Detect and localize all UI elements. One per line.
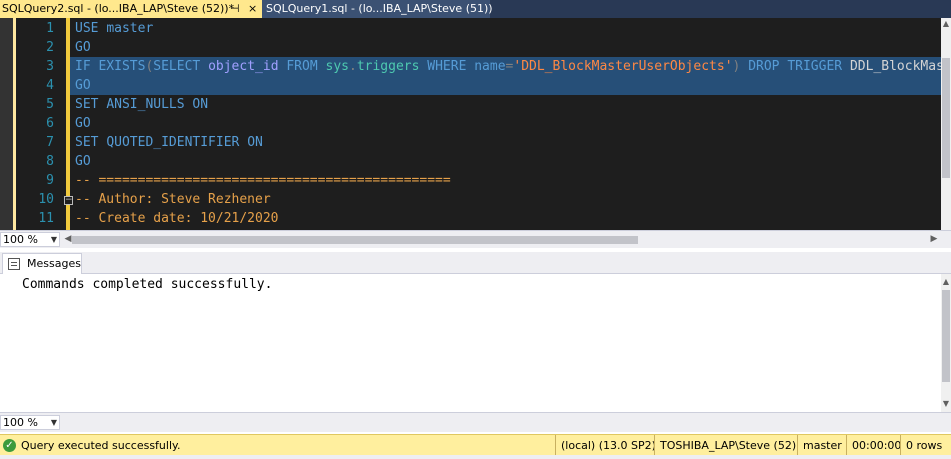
code-token: GO [75, 78, 91, 93]
scroll-thumb[interactable] [72, 236, 638, 244]
query-editor[interactable]: 1 2 3 4 5 6 7 8 9 10 11 USE master GO IF EXISTS(SELE… [0, 18, 941, 230]
code-token: GO [75, 116, 91, 131]
line-number: 2 [46, 40, 54, 55]
code-line[interactable]: GO [75, 76, 91, 95]
line-number: 1 [46, 21, 54, 36]
line-number-gutter: 1 2 3 4 5 6 7 8 9 10 11 [16, 18, 56, 230]
close-icon[interactable]: × [248, 0, 257, 18]
pin-icon[interactable]: ⊣ [230, 0, 240, 18]
code-line[interactable]: -- Author: Steve Rezhener [75, 190, 271, 209]
code-token: FROM [286, 59, 326, 74]
scroll-down-icon[interactable]: ▼ [941, 398, 951, 410]
chevron-down-icon: ▼ [50, 235, 57, 244]
code-token: USE [75, 21, 107, 36]
line-number: 5 [46, 97, 54, 112]
line-number: 7 [46, 135, 54, 150]
code-token: -- Create date: 10/21/2020 [75, 211, 279, 226]
code-line[interactable]: GO [75, 114, 91, 133]
code-token: WHERE [427, 59, 475, 74]
status-message: Query executed successfully. [21, 439, 181, 452]
status-server: (local) (13.0 SP2) [555, 435, 656, 456]
code-token: GO [75, 154, 91, 169]
code-token: triggers [356, 59, 428, 74]
messages-icon [8, 258, 20, 270]
code-token: ON [192, 97, 209, 112]
code-token: sys [325, 59, 349, 74]
line-number: 6 [46, 116, 54, 131]
window-bottom-edge [0, 455, 951, 459]
line-number: 11 [38, 211, 54, 226]
code-line[interactable]: USE master [75, 19, 153, 38]
code-token: . [348, 59, 357, 74]
scroll-up-icon[interactable]: ▲ [941, 276, 951, 288]
code-token: DROP [748, 59, 788, 74]
code-token: object_id [208, 59, 287, 74]
zoom-value: 100 % [3, 233, 38, 246]
editor-horizontal-scrollbar[interactable]: ◀ ▶ [62, 232, 940, 247]
code-token: IF [75, 59, 99, 74]
code-token: GO [75, 40, 91, 55]
status-rows: 0 rows [900, 435, 942, 456]
status-user: TOSHIBA_LAP\Steve (52) [654, 435, 796, 456]
results-zoom-dropdown[interactable]: 100 % ▼ [0, 415, 60, 430]
results-bottom-bar: 100 % ▼ [0, 412, 951, 432]
line-number: 10 [38, 192, 54, 207]
status-bar: ✓ Query executed successfully. (local) (… [0, 434, 951, 456]
code-token: -- =====================================… [75, 173, 451, 188]
status-elapsed: 00:00:00 [846, 435, 901, 456]
code-line[interactable]: SET QUOTED_IDENTIFIER ON [75, 133, 263, 152]
tab-label: SQLQuery1.sql - (lo...IBA_LAP\Steve (51)… [266, 2, 493, 15]
status-database: master [797, 435, 842, 456]
tab-label: SQLQuery2.sql - (lo...IBA_LAP\Steve (52)… [2, 2, 235, 15]
code-token: SET [75, 97, 107, 112]
code-token: -- Author: Steve Rezhener [75, 192, 271, 207]
code-token: 'DDL_BlockMasterUserObjects' [513, 59, 733, 74]
tab-label: Messages [27, 257, 81, 270]
scroll-thumb[interactable] [942, 290, 950, 382]
code-token: QUOTED_IDENTIFIER [106, 135, 248, 150]
zoom-value: 100 % [3, 416, 38, 429]
editor-bottom-bar: 100 % ▼ ◀ ▶ [0, 230, 951, 248]
code-line[interactable]: SET ANSI_NULLS ON [75, 95, 208, 114]
code-token: SELECT [153, 59, 209, 74]
code-token: ON [247, 135, 263, 150]
ssms-window: SQLQuery2.sql - (lo...IBA_LAP\Steve (52)… [0, 0, 951, 459]
line-number: 9 [46, 173, 54, 188]
result-message: Commands completed successfully. [22, 277, 273, 292]
code-line[interactable]: GO [75, 38, 91, 57]
scroll-up-icon[interactable]: ▲ [941, 18, 951, 30]
code-token: SET [75, 135, 107, 150]
line-number: 4 [46, 78, 54, 93]
success-check-icon: ✓ [3, 439, 16, 452]
chevron-down-icon: ▼ [50, 418, 57, 427]
scroll-thumb[interactable] [942, 58, 950, 178]
document-tab-strip: SQLQuery2.sql - (lo...IBA_LAP\Steve (52)… [0, 0, 951, 18]
editor-zoom-dropdown[interactable]: 100 % ▼ [0, 232, 60, 247]
tab-sqlquery2[interactable]: SQLQuery2.sql - (lo...IBA_LAP\Steve (52)… [0, 0, 262, 18]
code-token: TRIGGER [787, 59, 850, 74]
code-line[interactable]: -- Create date: 10/21/2020 [75, 209, 279, 228]
code-token: ANSI_NULLS [106, 97, 193, 112]
messages-pane[interactable]: Commands completed successfully. [0, 274, 941, 412]
results-vertical-scrollbar[interactable]: ▲ ▼ [941, 274, 951, 412]
code-line[interactable]: -- =====================================… [75, 171, 451, 190]
code-token: EXISTS [98, 59, 146, 74]
selection-margin [0, 18, 14, 230]
tab-sqlquery1[interactable]: SQLQuery1.sql - (lo...IBA_LAP\Steve (51)… [262, 0, 493, 18]
line-number: 8 [46, 154, 54, 169]
results-tab-strip: Messages [0, 252, 951, 274]
scroll-right-icon[interactable]: ▶ [928, 232, 940, 247]
line-number: 3 [46, 59, 54, 74]
code-token: ) [732, 59, 749, 74]
code-line[interactable]: IF EXISTS(SELECT object_id FROM sys.trig… [75, 57, 941, 76]
code-token: master [106, 21, 154, 36]
editor-vertical-scrollbar[interactable]: ▲ [941, 18, 951, 230]
collapse-toggle-icon[interactable]: − [64, 196, 73, 205]
code-line[interactable]: GO [75, 152, 91, 171]
code-token: name [474, 59, 506, 74]
tab-messages[interactable]: Messages [2, 253, 82, 274]
code-token: DDL_BlockMasterUserObjects [849, 59, 941, 74]
code-area[interactable]: USE master GO IF EXISTS(SELECT object_id F… [75, 18, 941, 230]
